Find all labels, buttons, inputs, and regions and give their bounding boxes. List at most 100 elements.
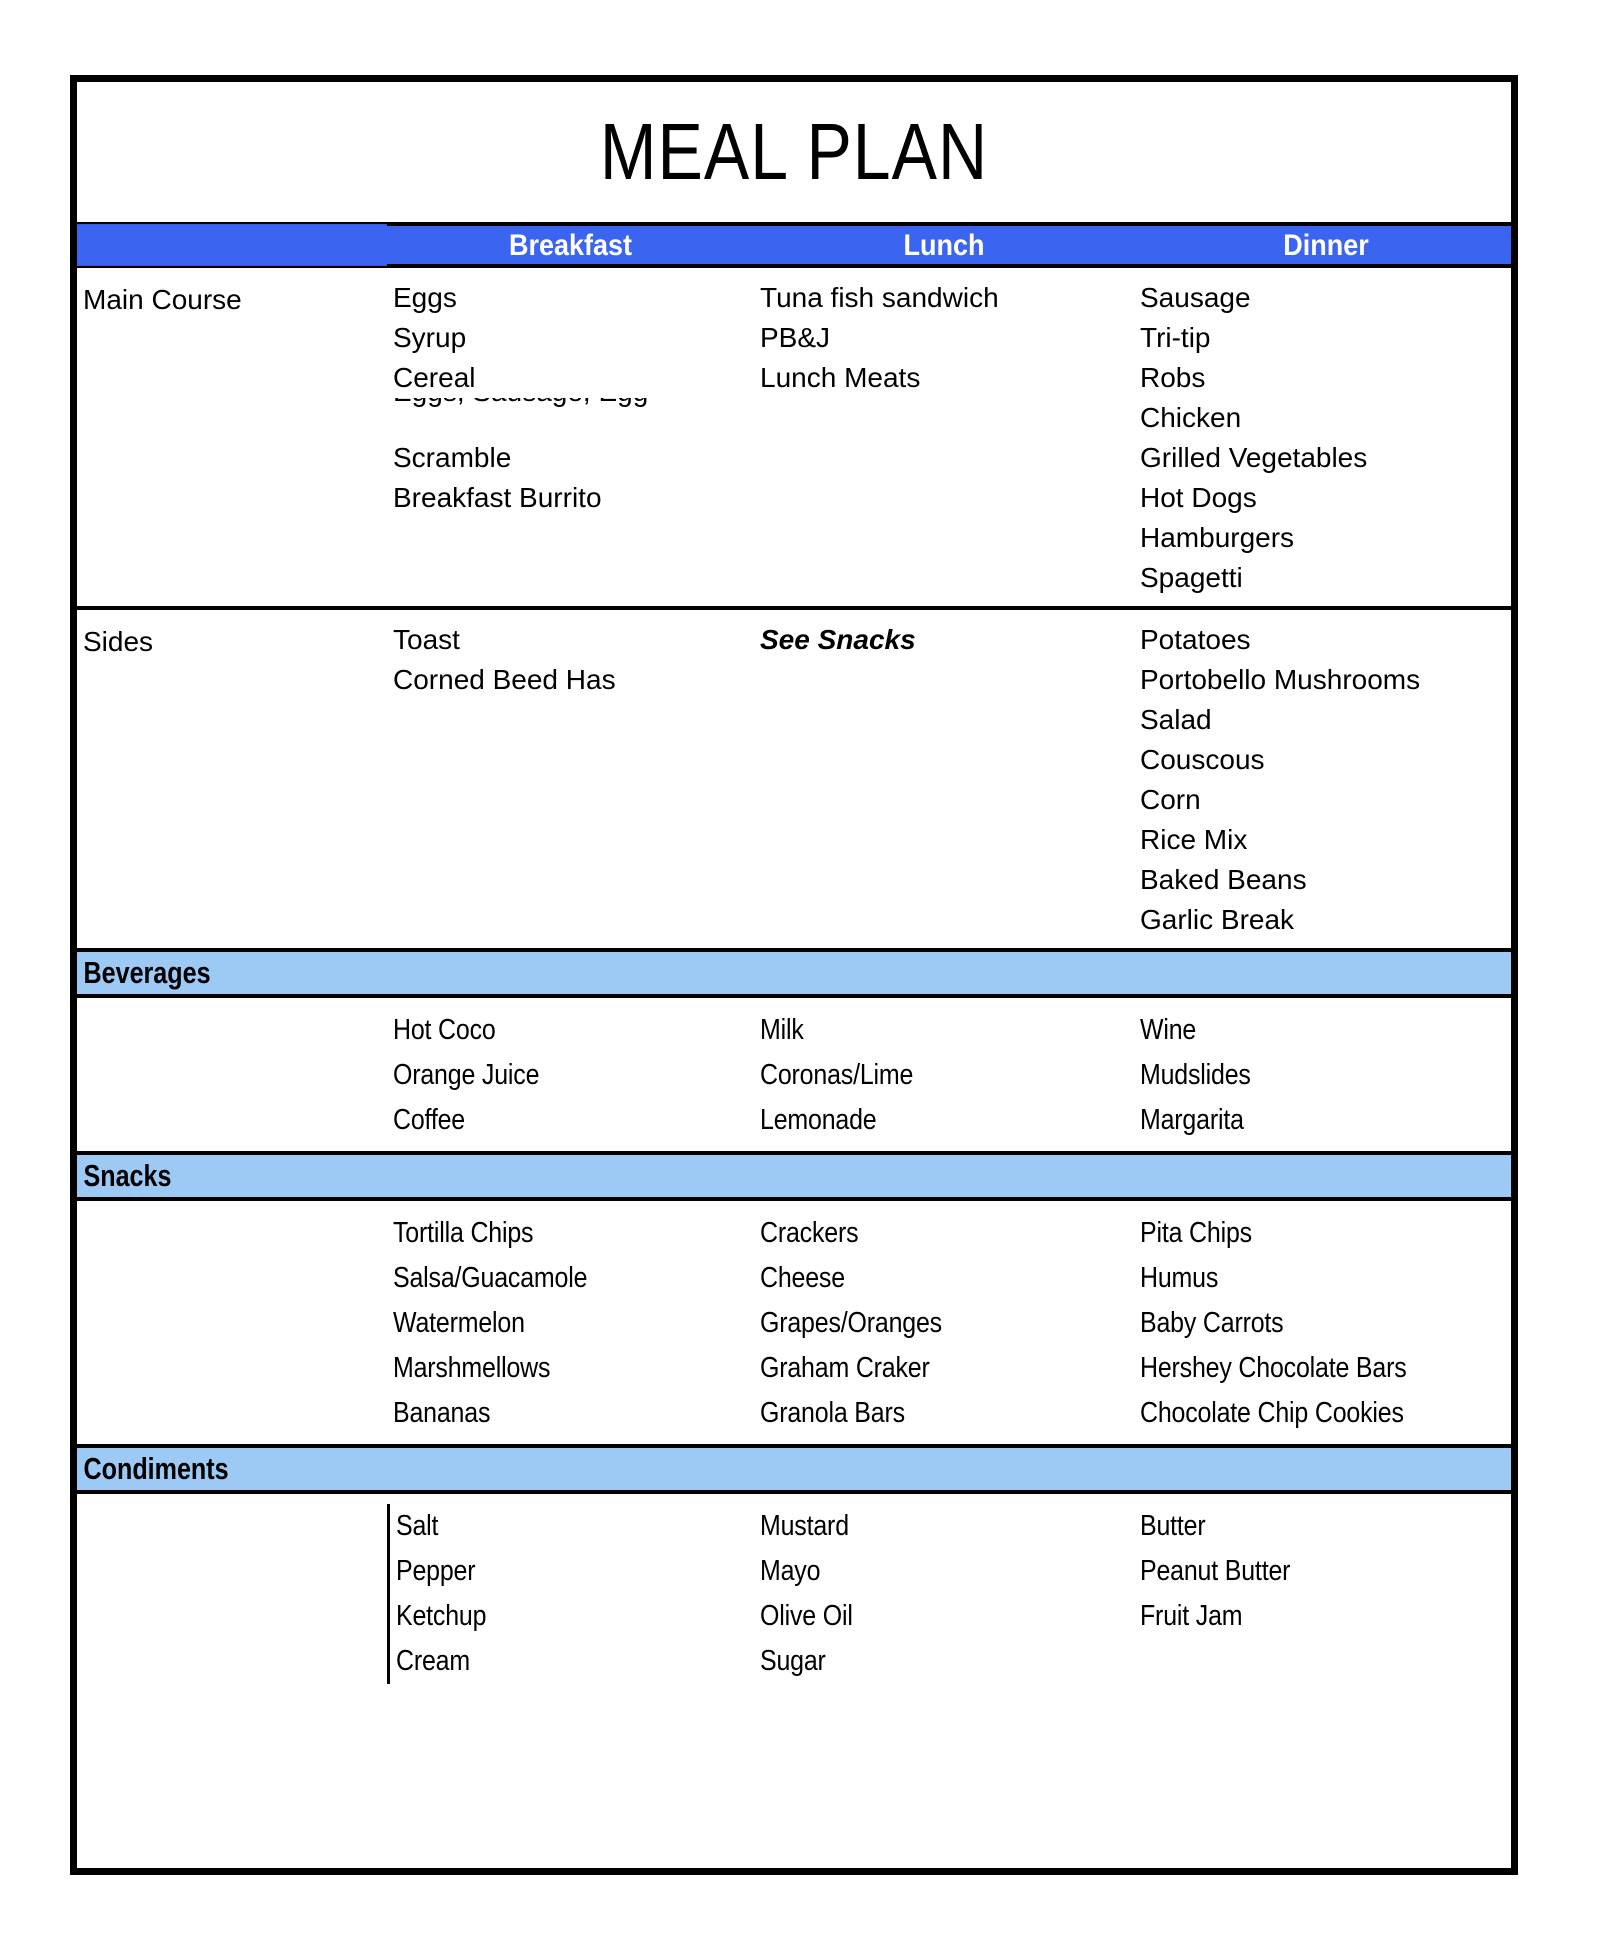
condiments-lunch-list: Mustard Mayo Olive Oil Sugar (754, 1504, 1134, 1684)
list-item: Corned Beed Has (393, 664, 616, 695)
column-header-lunch: Lunch (903, 227, 985, 261)
list-item: Cereal (393, 362, 476, 393)
list-item: Salt (396, 1510, 439, 1542)
section-condiments: Salt Pepper Ketchup Cream Mustard Mayo O… (77, 1494, 1511, 1692)
list-item: Couscous (1140, 744, 1265, 775)
beverages-row-label (77, 1008, 387, 1143)
snacks-lunch-list: Crackers Cheese Grapes/Oranges Graham Cr… (754, 1211, 1134, 1436)
list-item: Granola Bars (760, 1397, 905, 1429)
section-snacks: Tortilla Chips Salsa/Guacamole Watermelo… (77, 1201, 1511, 1444)
list-item: Salad (1140, 704, 1212, 735)
sides-lunch-note: See Snacks (754, 620, 1134, 940)
meal-plan-sheet: MEAL PLAN Breakfast Lunch Dinner Main Co… (70, 75, 1518, 1875)
list-item: Pepper (396, 1555, 476, 1587)
row-label-sides: Sides (83, 626, 154, 657)
section-main-course: Main Course Eggs Syrup Cereal Eggs, Saus… (77, 268, 1511, 610)
list-item: Toast (393, 624, 460, 655)
list-item: PB&J (760, 322, 831, 353)
list-item: Corn (1140, 784, 1201, 815)
column-header-dinner: Dinner (1283, 227, 1369, 261)
list-item: Robs (1140, 362, 1206, 393)
list-item: Baked Beans (1140, 864, 1307, 895)
list-item: Potatoes (1140, 624, 1251, 655)
sides-breakfast-list: Toast Corned Beed Has (387, 620, 754, 940)
column-header-breakfast: Breakfast (508, 227, 633, 261)
main-course-breakfast-list: Eggs Syrup Cereal Eggs, Sausage, Egg Scr… (387, 278, 754, 598)
main-course-lunch-list: Tuna fish sandwich PB&J Lunch Meats (754, 278, 1134, 598)
list-item: Crackers (760, 1217, 859, 1249)
list-item: Humus (1140, 1262, 1219, 1294)
list-item: Watermelon (393, 1307, 525, 1339)
list-item: Tri-tip (1140, 322, 1211, 353)
section-label-condiments: Condiments (83, 1451, 229, 1486)
list-item: Baby Carrots (1140, 1307, 1284, 1339)
list-item: Cheese (760, 1262, 845, 1294)
list-item: Butter (1140, 1510, 1206, 1542)
condiments-row-label (77, 1504, 387, 1684)
condiments-breakfast-list: Salt Pepper Ketchup Cream (387, 1504, 754, 1684)
sides-dinner-list: Potatoes Portobello Mushrooms Salad Cous… (1134, 620, 1518, 940)
section-label-beverages: Beverages (83, 955, 211, 990)
beverages-lunch-list: Milk Coronas/Lime Lemonade (754, 1008, 1134, 1143)
section-sides: Sides Toast Corned Beed Has See Snacks P… (77, 610, 1511, 948)
list-item: Syrup (393, 322, 467, 353)
list-item: Salsa/Guacamole (393, 1262, 588, 1294)
list-item: Hershey Chocolate Bars (1140, 1352, 1407, 1384)
list-item: Chocolate Chip Cookies (1140, 1397, 1404, 1429)
list-item: Margarita (1140, 1104, 1244, 1136)
list-item: Grapes/Oranges (760, 1307, 942, 1339)
list-item: Hamburgers (1140, 522, 1295, 553)
main-course-dinner-list: Sausage Tri-tip Robs Chicken Grilled Veg… (1134, 278, 1518, 598)
list-item: Hot Coco (393, 1014, 496, 1046)
meal-column-header: Breakfast Lunch Dinner (77, 222, 1511, 268)
list-item: Grilled Vegetables (1140, 442, 1368, 473)
list-item: Bananas (393, 1397, 491, 1429)
list-item: Scramble (393, 442, 512, 473)
list-item: Pita Chips (1140, 1217, 1252, 1249)
list-item: Wine (1140, 1014, 1197, 1046)
row-label-main-course: Main Course (83, 284, 242, 315)
list-item: Spagetti (1140, 562, 1243, 593)
snacks-dinner-list: Pita Chips Humus Baby Carrots Hershey Ch… (1134, 1211, 1518, 1436)
list-item: Sausage (1140, 282, 1251, 313)
list-item: Eggs (393, 282, 457, 313)
list-item: Ketchup (396, 1600, 487, 1632)
list-item: Mayo (760, 1555, 821, 1587)
bottom-whitespace (77, 1692, 1511, 1842)
list-item: Lunch Meats (760, 362, 921, 393)
list-item: Olive Oil (760, 1600, 853, 1632)
see-snacks-note: See Snacks (760, 624, 916, 655)
clipped-text-artifact: Eggs, Sausage, Egg (393, 398, 754, 438)
list-item: Chicken (1140, 402, 1242, 433)
list-item: Mudslides (1140, 1059, 1251, 1091)
list-item: Marshmellows (393, 1352, 551, 1384)
list-item: Cream (396, 1645, 470, 1677)
list-item: Rice Mix (1140, 824, 1248, 855)
title-area: MEAL PLAN (77, 82, 1511, 222)
document-page: MEAL PLAN Breakfast Lunch Dinner Main Co… (0, 0, 1600, 1954)
list-item: Hot Dogs (1140, 482, 1257, 513)
section-band-condiments: Condiments (77, 1444, 1511, 1494)
list-item: Mustard (760, 1510, 849, 1542)
beverages-dinner-list: Wine Mudslides Margarita (1134, 1008, 1518, 1143)
list-item: Portobello Mushrooms (1140, 664, 1421, 695)
section-band-beverages: Beverages (77, 948, 1511, 998)
section-band-snacks: Snacks (77, 1151, 1511, 1201)
condiments-dinner-list: Butter Peanut Butter Fruit Jam (1134, 1504, 1518, 1684)
list-item: Sugar (760, 1645, 826, 1677)
list-item: Tuna fish sandwich (760, 282, 999, 313)
list-item: Coronas/Lime (760, 1059, 914, 1091)
list-item: Coffee (393, 1104, 465, 1136)
snacks-row-label (77, 1211, 387, 1436)
header-corner-cell (77, 224, 387, 266)
list-item: Fruit Jam (1140, 1600, 1243, 1632)
section-beverages: Hot Coco Orange Juice Coffee Milk Corona… (77, 998, 1511, 1151)
section-label-snacks: Snacks (83, 1158, 172, 1193)
list-item: Peanut Butter (1140, 1555, 1291, 1587)
list-item: Milk (760, 1014, 804, 1046)
list-item: Tortilla Chips (393, 1217, 534, 1249)
beverages-breakfast-list: Hot Coco Orange Juice Coffee (387, 1008, 754, 1143)
list-item: Orange Juice (393, 1059, 540, 1091)
list-item: Garlic Break (1140, 904, 1295, 935)
list-item: Graham Craker (760, 1352, 930, 1384)
